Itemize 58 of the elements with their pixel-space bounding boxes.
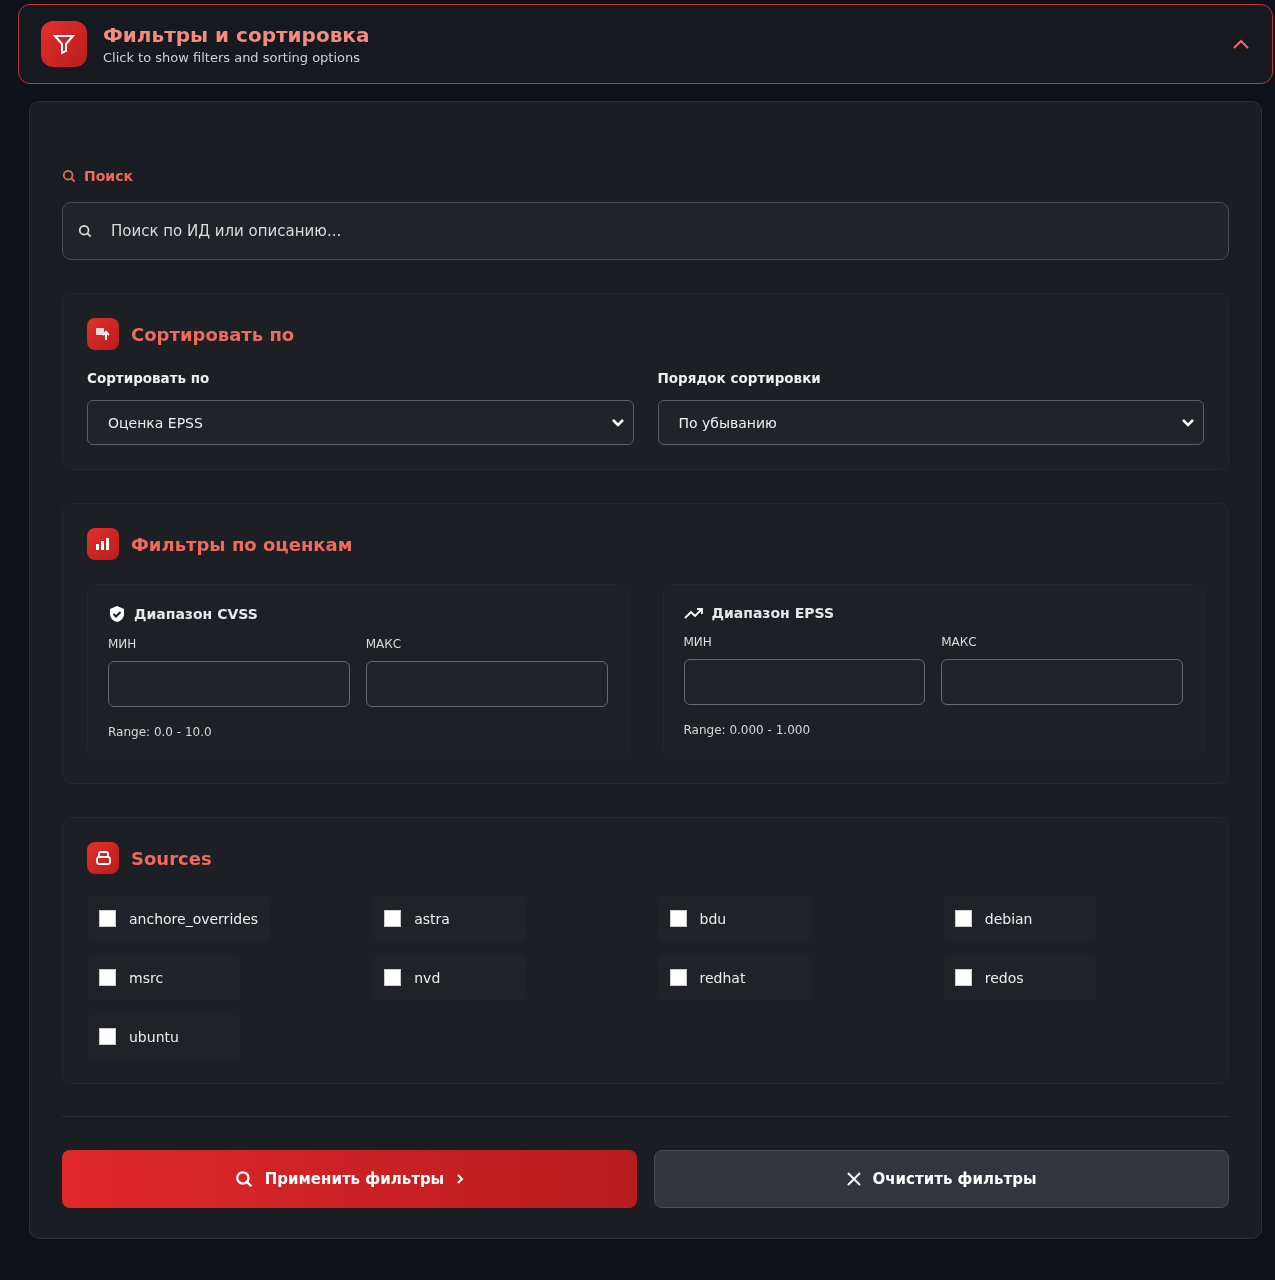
checkbox[interactable]: [99, 1028, 116, 1045]
trend-up-icon: [683, 606, 704, 620]
range-title: Диапазон EPSS: [711, 605, 834, 621]
chevron-icon[interactable]: [1232, 38, 1250, 50]
search-icon: [62, 169, 76, 183]
source-label: astra: [414, 910, 450, 927]
select-field[interactable]: Оценка EPSS: [87, 400, 634, 445]
checkbox[interactable]: [954, 910, 972, 927]
source-label: ubuntu: [129, 1028, 179, 1045]
filters-header[interactable]: Фильтры и сортировка Click to show filters and sorting options: [18, 4, 1273, 84]
checkbox[interactable]: [99, 969, 116, 986]
search-icon: [234, 1170, 253, 1188]
bar-chart-icon: [96, 538, 110, 550]
checkbox[interactable]: [669, 969, 687, 986]
checkbox[interactable]: [669, 910, 687, 927]
field-label: Порядок сортировки: [657, 370, 822, 386]
funnel-icon: [41, 21, 87, 67]
drawer-icon: [95, 851, 111, 865]
shield-check-icon: [108, 605, 126, 623]
search-icon: [78, 224, 92, 238]
sort-icon: [95, 326, 111, 342]
range-title: Диапазон CVSS: [134, 606, 258, 622]
source-label: nvd: [414, 969, 441, 986]
max-label: МАКС: [365, 637, 403, 651]
source-label: bdu: [699, 910, 727, 927]
field-label: Сортировать по: [87, 370, 211, 386]
checkbox[interactable]: [384, 969, 402, 986]
range-hint: Range: 0.0 - 10.0: [108, 725, 212, 739]
chevron-down-icon: [610, 417, 625, 428]
search-label: Поиск: [84, 168, 133, 184]
source-label: debian: [984, 910, 1033, 927]
source-label: redos: [984, 969, 1024, 986]
clear-button[interactable]: Очистить фильтры: [654, 1150, 1229, 1208]
max-label: МАКС: [941, 635, 978, 649]
min-label: МИН: [108, 637, 138, 651]
header-title: Фильтры и сортировка: [103, 23, 371, 47]
header-subtitle: Click to show filters and sorting options: [103, 50, 362, 65]
min-field[interactable]: [108, 661, 350, 707]
select-field[interactable]: По убыванию: [657, 400, 1204, 445]
checkbox[interactable]: [954, 969, 972, 986]
checkbox[interactable]: [384, 910, 402, 927]
close-icon: [846, 1172, 861, 1186]
chevron-down-icon: [1181, 417, 1195, 428]
apply-button[interactable]: Применить фильтры: [62, 1150, 637, 1208]
min-label: МИН: [683, 635, 713, 649]
section-title: Фильтры по оценкам: [131, 533, 353, 555]
checkbox[interactable]: [99, 910, 116, 927]
range-hint: Range: 0.000 - 1.000: [683, 723, 811, 737]
source-label: msrc: [129, 969, 164, 986]
chevron-right-icon: [456, 1173, 465, 1185]
section-title: Sources: [131, 847, 212, 869]
source-label: redhat: [699, 969, 746, 986]
section-title: Сортировать по: [131, 323, 295, 345]
search-field[interactable]: Поиск по ИД или описанию...: [62, 202, 1229, 260]
min-field[interactable]: [683, 659, 926, 705]
max-field[interactable]: [941, 659, 1183, 705]
source-label: anchore_overrides: [129, 910, 259, 927]
max-field[interactable]: [365, 661, 608, 707]
